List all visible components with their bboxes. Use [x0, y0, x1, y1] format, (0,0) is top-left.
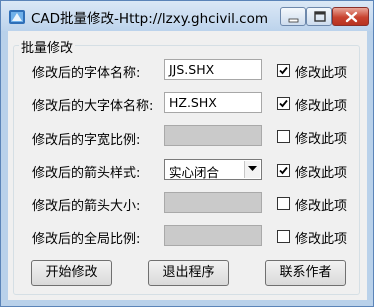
arrow-size-input[interactable]: [164, 192, 262, 213]
maximize-button[interactable]: [306, 7, 332, 26]
close-icon: [345, 11, 358, 23]
checkmark-icon: [279, 166, 288, 175]
group-title: 批量修改: [19, 37, 76, 56]
width-factor-label: 修改后的字宽比例:: [32, 133, 141, 148]
bigfont-name-label: 修改后的大字体名称:: [32, 99, 154, 114]
app-window: CAD批量修改-Http://lzxy.ghcivil.com 批量修改 修改后…: [0, 0, 374, 307]
minimize-icon: [288, 18, 299, 23]
arrow-style-checkbox[interactable]: [277, 164, 290, 177]
font-name-check-label[interactable]: 修改此项: [295, 62, 347, 81]
window-title: CAD批量修改-Http://lzxy.ghcivil.com: [31, 11, 268, 27]
width-factor-checkbox[interactable]: [277, 130, 290, 143]
arrow-size-check-label[interactable]: 修改此项: [295, 195, 347, 214]
bigfont-name-input[interactable]: HZ.SHX: [164, 92, 262, 113]
minimize-button[interactable]: [280, 7, 306, 26]
cad-app-icon: [9, 10, 25, 24]
dropdown-button[interactable]: [244, 161, 260, 178]
start-modify-button[interactable]: 开始修改: [31, 260, 112, 286]
checkmark-icon: [279, 66, 288, 75]
width-factor-input[interactable]: [164, 125, 262, 146]
close-button[interactable]: [332, 7, 369, 26]
global-scale-label: 修改后的全局比例:: [32, 232, 141, 247]
font-name-label: 修改后的字体名称:: [32, 66, 141, 81]
arrow-style-value: 实心闭合: [169, 165, 220, 180]
arrow-style-check-label[interactable]: 修改此项: [295, 162, 347, 181]
global-scale-check-label[interactable]: 修改此项: [295, 228, 347, 247]
font-name-checkbox[interactable]: [277, 64, 290, 77]
exit-button[interactable]: 退出程序: [148, 260, 229, 286]
maximize-icon: [314, 11, 326, 22]
checkmark-icon: [279, 99, 288, 108]
title-bar[interactable]: CAD批量修改-Http://lzxy.ghcivil.com: [1, 1, 373, 31]
chevron-down-icon: [248, 166, 257, 171]
arrow-style-select[interactable]: 实心闭合: [164, 159, 262, 180]
bigfont-name-checkbox[interactable]: [277, 97, 290, 110]
width-factor-check-label[interactable]: 修改此项: [295, 128, 347, 147]
arrow-style-label: 修改后的箭头样式:: [32, 166, 141, 181]
arrow-size-checkbox[interactable]: [277, 197, 290, 210]
bigfont-name-check-label[interactable]: 修改此项: [295, 95, 347, 114]
dialog-client-area: 批量修改 修改后的字体名称: JJS.SHX 修改此项 修改后的大字体名称: H…: [8, 31, 367, 300]
global-scale-checkbox[interactable]: [277, 230, 290, 243]
font-name-input[interactable]: JJS.SHX: [164, 59, 262, 80]
global-scale-input[interactable]: [164, 225, 262, 246]
arrow-size-label: 修改后的箭头大小:: [32, 199, 141, 214]
contact-author-button[interactable]: 联系作者: [265, 260, 346, 286]
